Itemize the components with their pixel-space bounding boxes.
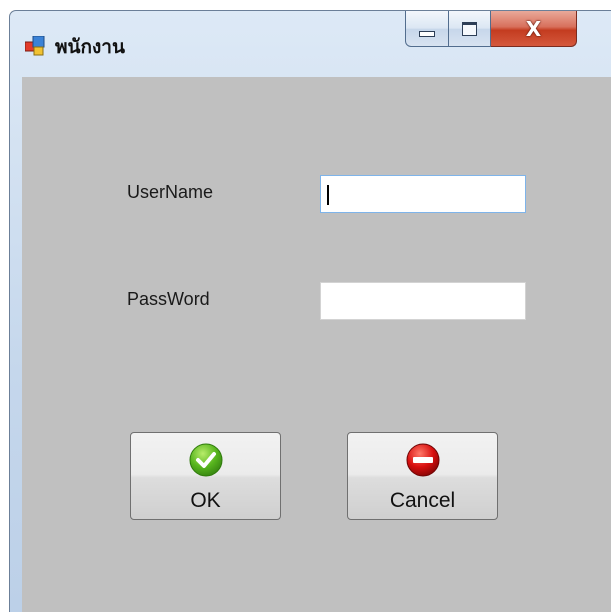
username-label: UserName	[127, 182, 214, 202]
title-bar[interactable]: พนักงาน X	[10, 11, 611, 77]
red-no-entry-icon	[406, 443, 439, 477]
password-input[interactable]	[320, 282, 526, 320]
password-label: PassWord	[127, 289, 210, 309]
maximize-icon	[462, 21, 477, 36]
green-check-icon	[189, 443, 222, 477]
ok-button-label: OK	[190, 489, 221, 512]
minimize-button[interactable]	[405, 11, 449, 47]
login-window: พนักงาน X UserName PassWord OK Cancel	[9, 10, 611, 612]
window-title: พนักงาน	[55, 36, 125, 58]
maximize-button[interactable]	[449, 11, 491, 47]
username-input[interactable]	[320, 175, 526, 213]
cancel-button-label: Cancel	[389, 489, 456, 512]
close-icon: X	[525, 16, 542, 41]
cancel-button[interactable]: Cancel	[347, 432, 498, 520]
ok-button[interactable]: OK	[130, 432, 281, 520]
app-icon[interactable]	[25, 36, 45, 56]
close-button[interactable]: X	[491, 11, 577, 47]
text-caret	[327, 185, 329, 205]
minimize-icon	[419, 30, 435, 37]
form-client-area: UserName PassWord OK Cancel	[22, 77, 611, 612]
window-controls: X	[405, 11, 611, 49]
